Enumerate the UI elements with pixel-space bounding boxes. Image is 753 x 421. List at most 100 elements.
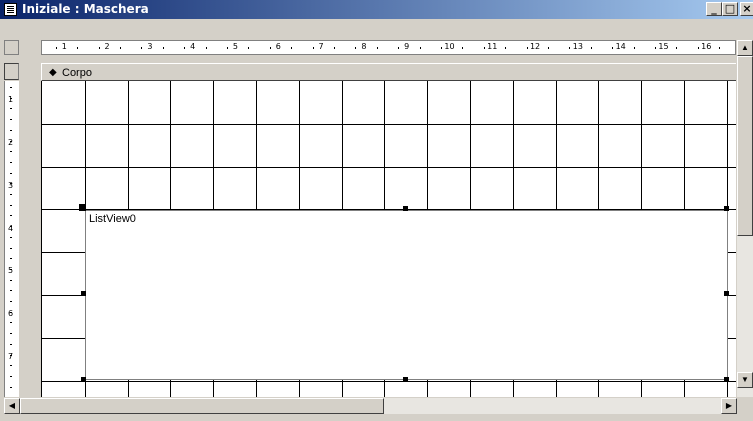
window-title: Iniziale : Maschera (22, 2, 149, 16)
maximize-button[interactable]: □ (722, 2, 738, 16)
hruler-tick (419, 47, 421, 49)
size-grip (737, 398, 753, 414)
section-arrow-icon: ◆ (49, 67, 57, 78)
hruler-tick (376, 47, 378, 49)
resize-handle-right[interactable] (724, 291, 729, 296)
form-selector[interactable] (4, 40, 19, 55)
vruler-tick (10, 279, 12, 281)
title-bar[interactable]: Iniziale : Maschera _ □ × (0, 0, 753, 19)
scroll-down-button[interactable]: ▼ (737, 372, 753, 388)
scroll-up-button[interactable]: ▲ (737, 40, 753, 56)
vruler-label: 7 (8, 352, 14, 362)
vruler-tick (10, 204, 12, 206)
grid-line-horizontal (42, 381, 736, 382)
hruler-tick (205, 47, 207, 49)
hruler-label: 12 (529, 42, 541, 51)
grid-line-horizontal (42, 167, 736, 168)
hruler-tick (77, 47, 79, 49)
hruler-tick (184, 47, 186, 49)
vertical-ruler[interactable]: 1 2 3 4 5 6 7 (4, 81, 19, 397)
hruler-tick (55, 47, 57, 49)
vruler-label: 6 (8, 309, 14, 319)
vruler-tick (10, 322, 12, 324)
hruler-tick (398, 47, 400, 49)
horizontal-scroll-thumb[interactable] (20, 398, 384, 414)
resize-handle-top[interactable] (403, 206, 408, 211)
hruler-tick (483, 47, 485, 49)
hruler-label: 11 (487, 42, 498, 51)
vruler-tick (10, 365, 12, 367)
hruler-label: 15 (658, 42, 669, 51)
hruler-label: 2 (104, 42, 110, 51)
listview-label: ListView0 (89, 213, 136, 225)
section-header-corpo[interactable]: ◆ Corpo (41, 63, 736, 81)
vruler-label: 4 (8, 223, 14, 233)
hruler-label: 1 (61, 42, 67, 51)
hruler-tick (526, 47, 528, 49)
vruler-tick (10, 151, 12, 153)
vruler-tick (10, 97, 12, 99)
section-selector[interactable] (4, 63, 19, 80)
form-icon[interactable] (4, 3, 17, 16)
hruler-label: 14 (615, 42, 626, 51)
vruler-label: 5 (8, 266, 14, 276)
hruler-tick (569, 47, 571, 49)
vruler-tick (10, 343, 12, 345)
vruler-tick (10, 183, 12, 185)
scroll-left-button[interactable]: ◀ (4, 398, 20, 414)
move-handle[interactable] (79, 204, 86, 211)
horizontal-ruler[interactable]: 1 2 3 4 5 6 7 8 9 10 11 12 13 14 15 16 (41, 40, 736, 55)
hruler-label: 4 (190, 42, 196, 51)
vruler-tick (10, 172, 12, 174)
hruler-tick (269, 47, 271, 49)
hruler-tick (462, 47, 464, 49)
horizontal-scrollbar[interactable]: ◀ ▶ (4, 398, 737, 414)
hruler-tick (226, 47, 228, 49)
hruler-tick (333, 47, 335, 49)
vruler-tick (10, 333, 12, 335)
hruler-label: 6 (275, 42, 281, 51)
vruler-tick (10, 161, 12, 163)
form-canvas[interactable]: ListView0 (41, 81, 736, 397)
vertical-scrollbar[interactable]: ▲ ▼ (737, 40, 753, 397)
resize-handle-top-right[interactable] (724, 206, 729, 211)
form-designer-window: Iniziale : Maschera _ □ × 1 2 3 4 5 6 7 8 9 10 11 1… (0, 0, 753, 421)
resize-handle-left[interactable] (81, 291, 86, 296)
resize-handle-bottom-right[interactable] (724, 377, 729, 382)
minimize-button[interactable]: _ (706, 2, 722, 16)
vruler-tick (10, 108, 12, 110)
hruler-tick (141, 47, 143, 49)
hruler-label: 13 (572, 42, 583, 51)
vruler-tick (10, 290, 12, 292)
hruler-tick (676, 47, 678, 49)
hruler-label: 5 (232, 42, 238, 51)
close-button[interactable]: × (740, 2, 753, 16)
listview-control[interactable]: ListView0 (85, 210, 728, 380)
hruler-tick (162, 47, 164, 49)
hruler-tick (119, 47, 121, 49)
resize-handle-bottom-left[interactable] (81, 377, 86, 382)
vruler-tick (10, 247, 12, 249)
section-label: Corpo (62, 67, 92, 79)
scroll-right-button[interactable]: ▶ (721, 398, 737, 414)
vruler-tick (10, 236, 12, 238)
resize-handle-bottom[interactable] (403, 377, 408, 382)
hruler-tick (719, 47, 721, 49)
vruler-tick (10, 375, 12, 377)
vruler-tick (10, 215, 12, 217)
vruler-tick (10, 301, 12, 302)
hruler-label: 8 (361, 42, 367, 51)
vruler-tick (10, 194, 12, 195)
hruler-tick (505, 47, 507, 49)
hruler-tick (248, 47, 250, 49)
hruler-label: 3 (147, 42, 153, 51)
vruler-tick (10, 268, 12, 270)
hruler-tick (98, 47, 100, 49)
hruler-label: 16 (701, 42, 712, 51)
vertical-scroll-thumb[interactable] (737, 56, 753, 236)
vruler-tick (10, 386, 12, 388)
vruler-tick (10, 129, 12, 131)
hruler-tick (654, 47, 656, 49)
vruler-tick (10, 311, 12, 313)
hruler-tick (291, 47, 293, 49)
